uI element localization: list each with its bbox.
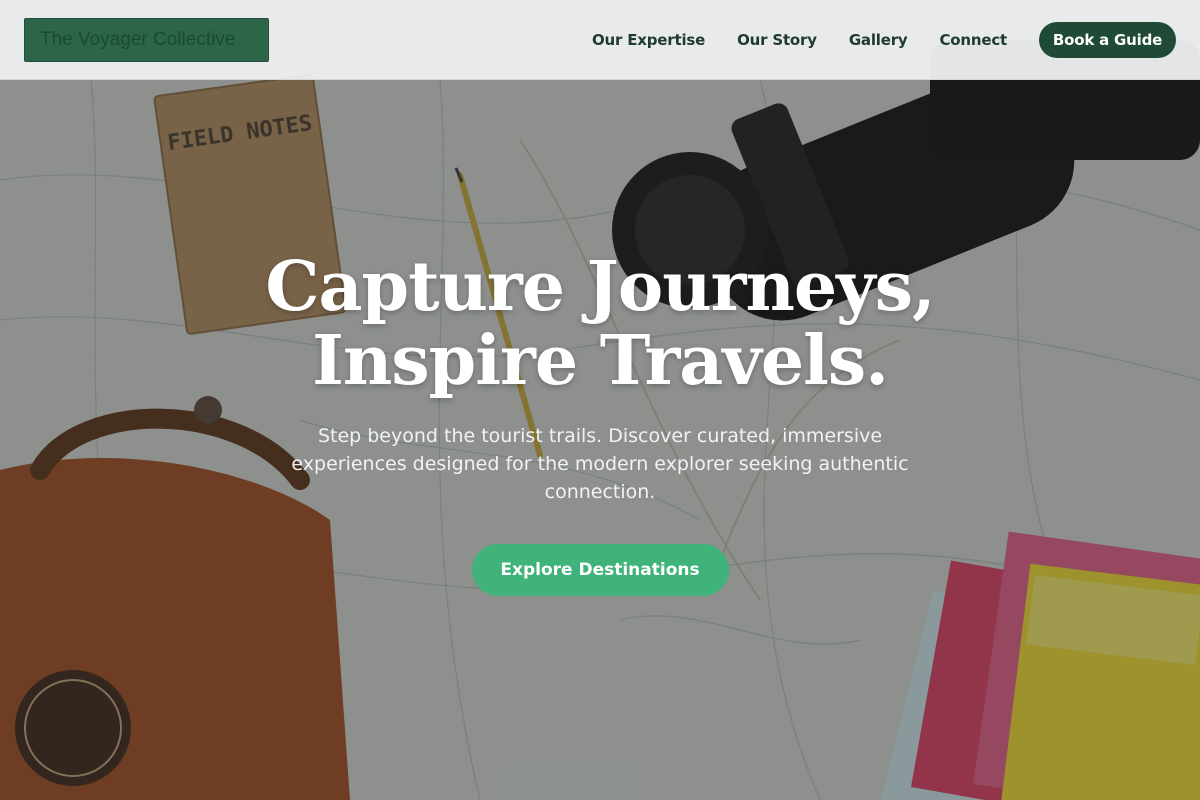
book-a-guide-button[interactable]: Book a Guide [1039, 21, 1176, 58]
primary-nav: Our Expertise Our Story Gallery Connect … [592, 21, 1176, 58]
hero-headline: Capture Journeys, Inspire Travels. [0, 250, 1200, 398]
hero-subtitle: Step beyond the tourist trails. Discover… [291, 425, 909, 503]
explore-destinations-button[interactable]: Explore Destinations [471, 544, 729, 596]
nav-link-our-story[interactable]: Our Story [737, 31, 817, 49]
hero-content: Capture Journeys, Inspire Travels. Step … [0, 250, 1200, 596]
brand-logo[interactable]: The Voyager Collective [24, 17, 269, 62]
nav-link-connect[interactable]: Connect [939, 31, 1007, 49]
hero-headline-line-2: Inspire Travels. [312, 321, 889, 401]
nav-link-our-expertise[interactable]: Our Expertise [592, 31, 705, 49]
nav-link-gallery[interactable]: Gallery [849, 31, 908, 49]
hero-headline-line-1: Capture Journeys, [265, 247, 935, 327]
top-navbar: The Voyager Collective Our Expertise Our… [0, 0, 1200, 80]
